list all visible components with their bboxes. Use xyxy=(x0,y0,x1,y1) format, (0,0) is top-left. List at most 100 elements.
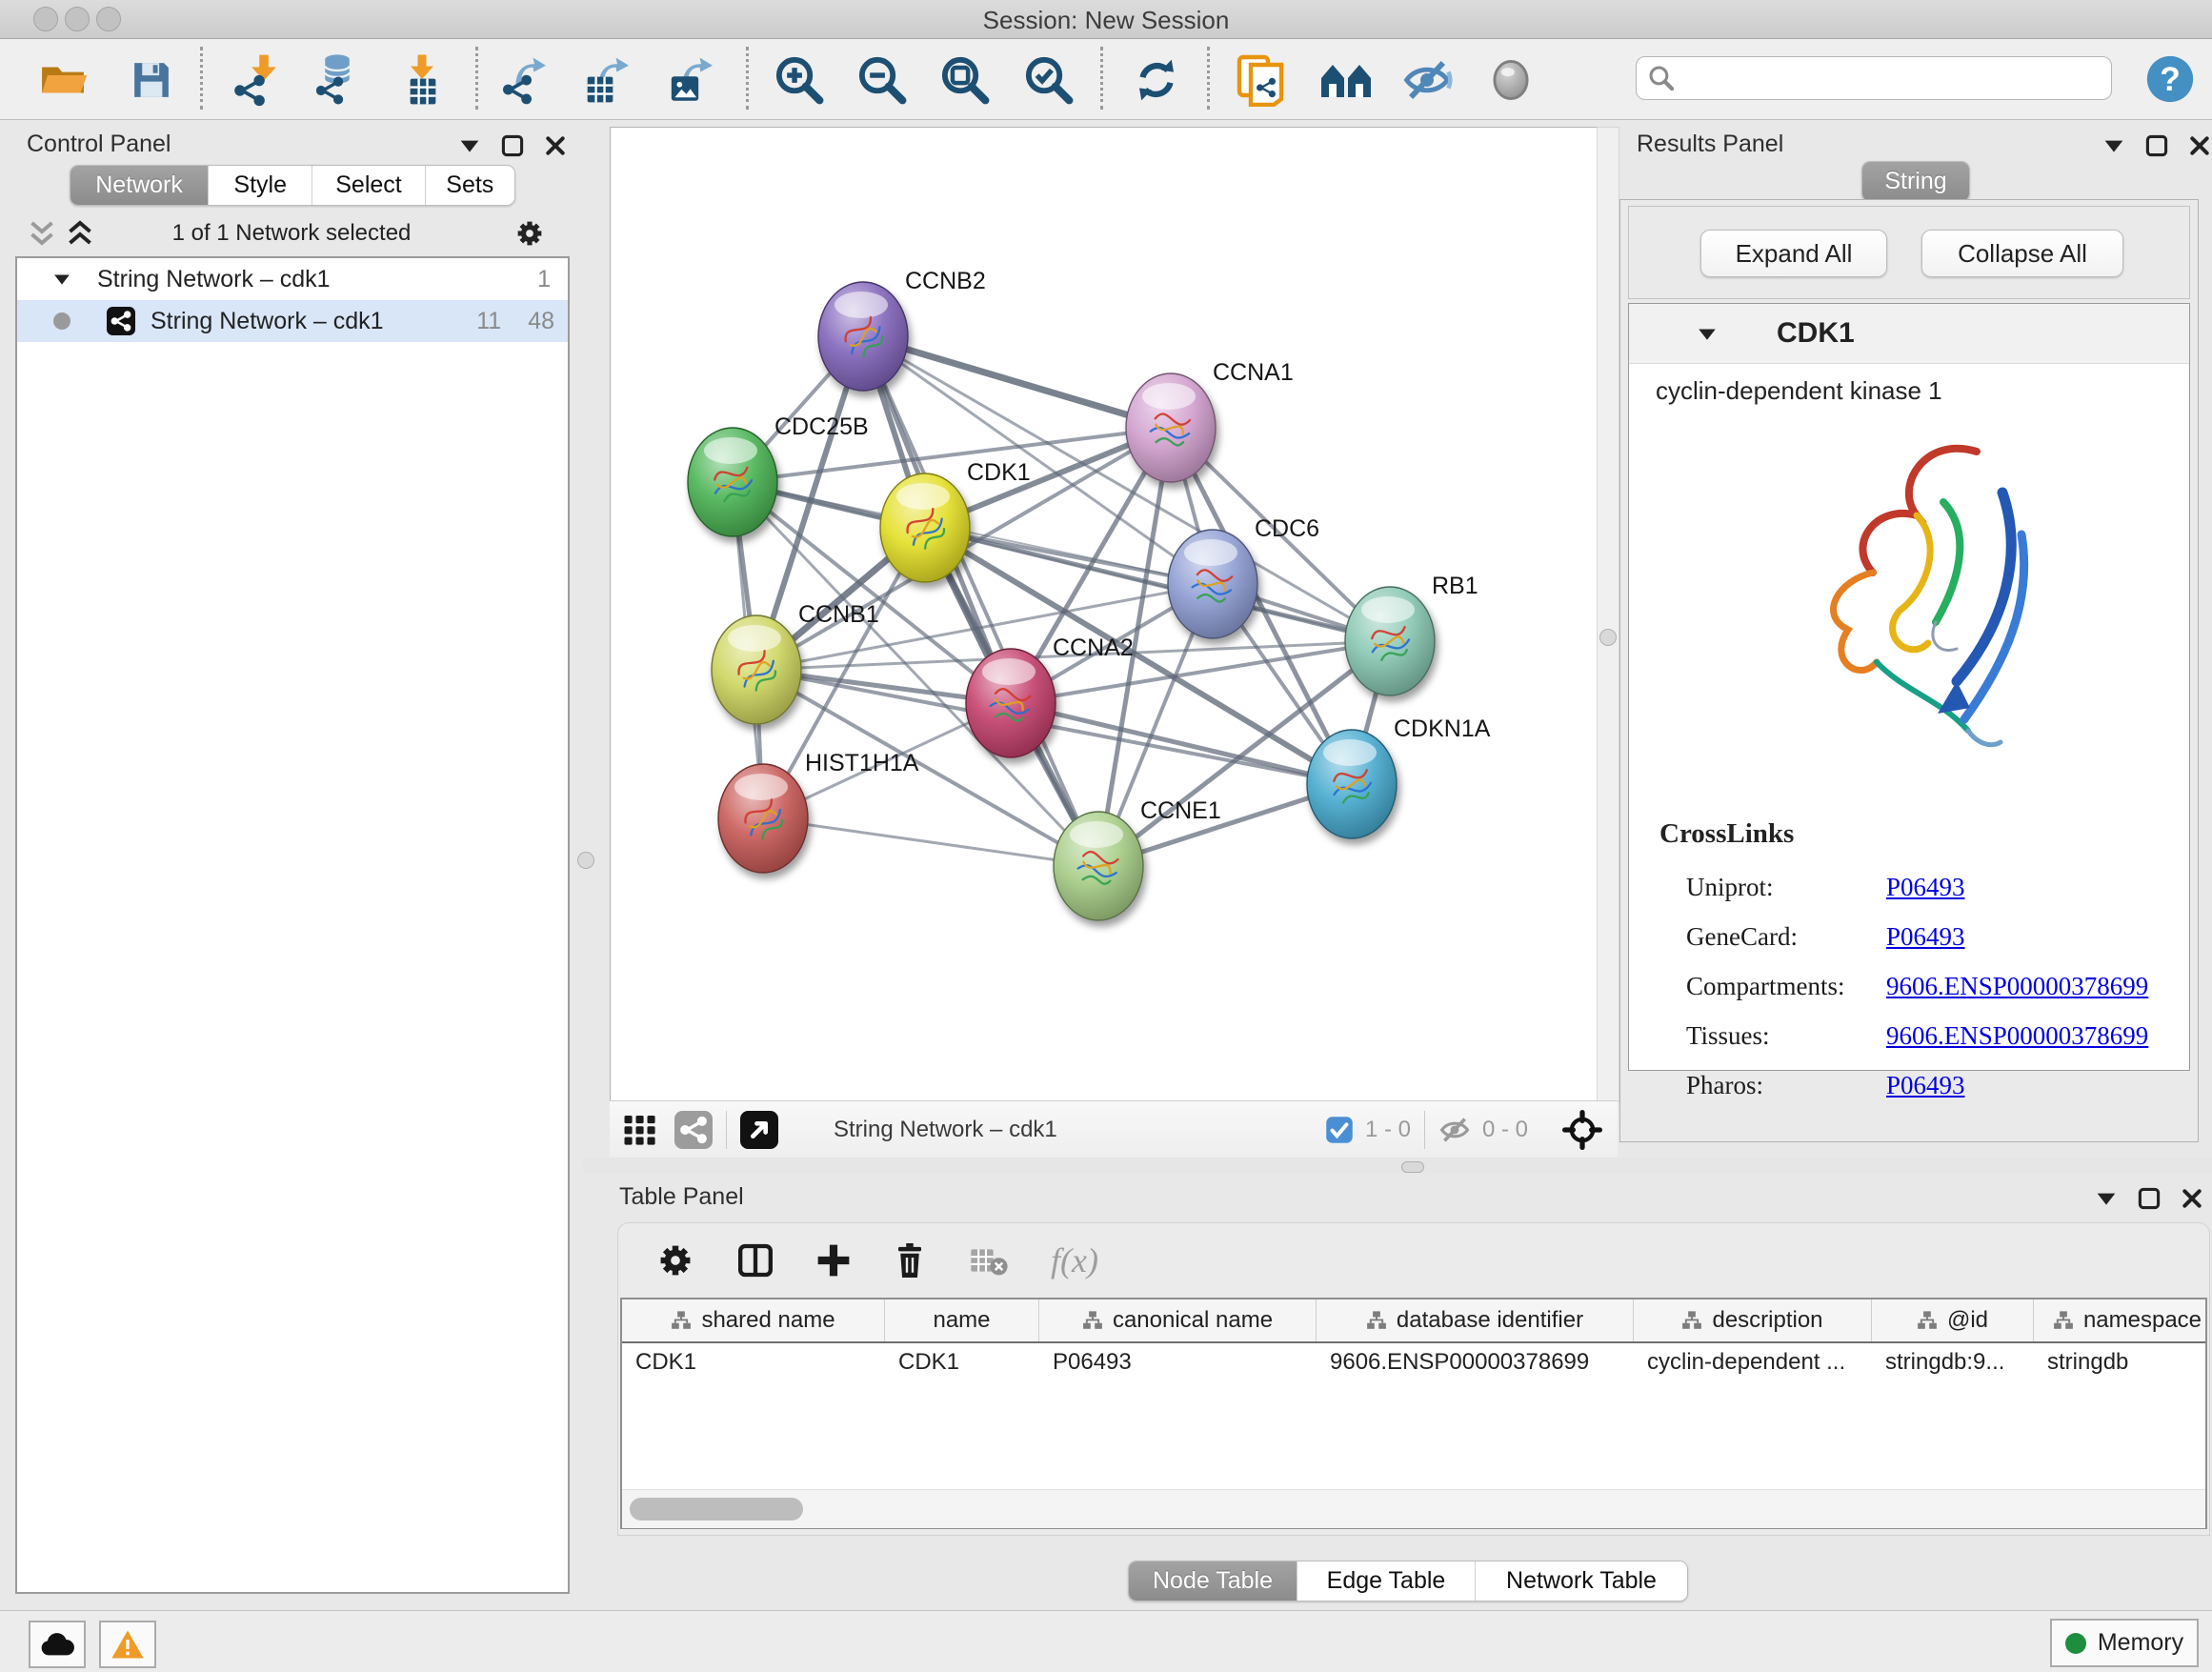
zoom-fit-button[interactable] xyxy=(937,52,993,108)
maximize-panel-icon[interactable] xyxy=(2145,134,2168,157)
expand-all-button[interactable]: Expand All xyxy=(1700,230,1887,277)
network-column-icon xyxy=(1681,1310,1702,1331)
collapse-all-button[interactable]: Collapse All xyxy=(1921,230,2123,277)
hide-selected-button[interactable] xyxy=(1399,52,1455,108)
clone-network-button[interactable] xyxy=(1233,52,1288,108)
zoom-out-button[interactable] xyxy=(855,52,910,108)
cell-namespace[interactable]: stringdb xyxy=(2034,1343,2212,1381)
first-neighbors-button[interactable] xyxy=(1318,52,1374,108)
horizontal-splitter[interactable] xyxy=(583,1158,2212,1174)
maximize-panel-icon[interactable] xyxy=(501,134,524,157)
export-network-button[interactable] xyxy=(497,52,553,108)
close-panel-icon[interactable] xyxy=(2182,1188,2202,1209)
zoom-selected-button[interactable] xyxy=(1021,52,1076,108)
edge-CCNB2-CCNA1[interactable] xyxy=(863,336,1171,428)
table-row[interactable]: CDK1 CDK1 P06493 9606.ENSP00000378699 cy… xyxy=(622,1343,2205,1381)
cell-shared-name[interactable]: CDK1 xyxy=(622,1343,885,1381)
network-node-CCNB1[interactable]: CCNB1 xyxy=(712,601,879,724)
network-collection-row[interactable]: String Network – cdk1 1 xyxy=(17,258,568,300)
left-splitter-handle[interactable] xyxy=(577,852,594,869)
network-row[interactable]: String Network – cdk1 11 48 xyxy=(17,300,568,342)
network-node-CCNB2[interactable]: CCNB2 xyxy=(818,268,986,391)
add-column-icon[interactable] xyxy=(816,1243,851,1278)
column-header-shared-name[interactable]: shared name xyxy=(622,1299,885,1341)
horizontal-splitter-handle[interactable] xyxy=(1401,1161,1424,1173)
fit-selected-crosshair-icon[interactable] xyxy=(1562,1110,1602,1150)
show-columns-icon[interactable] xyxy=(736,1241,774,1279)
network-node-RB1[interactable]: RB1 xyxy=(1345,573,1478,695)
cloud-status-button[interactable] xyxy=(29,1621,86,1668)
column-header-canonical-name[interactable]: canonical name xyxy=(1039,1299,1317,1341)
crosslink-row: Tissues: 9606.ENSP00000378699 xyxy=(1686,1011,2172,1060)
export-image-button[interactable] xyxy=(662,52,717,108)
float-panel-icon[interactable] xyxy=(459,138,480,153)
import-network-file-button[interactable] xyxy=(229,52,284,108)
network-canvas[interactable]: CCNB2CCNA1CDC25BCDK1CDC6RB1CCNB1CCNA2CDK… xyxy=(610,127,1599,1102)
show-all-button[interactable] xyxy=(1483,52,1538,108)
column-header-database-identifier[interactable]: database identifier xyxy=(1317,1299,1634,1341)
warning-status-button[interactable] xyxy=(99,1621,156,1668)
network-node-CDKN1A[interactable]: CDKN1A xyxy=(1307,715,1491,838)
table-horizontal-scrollbar[interactable] xyxy=(622,1489,2205,1528)
delete-column-icon[interactable] xyxy=(893,1241,927,1279)
crosslink-pharos[interactable]: P06493 xyxy=(1886,1071,1965,1100)
tab-node-table[interactable]: Node Table xyxy=(1129,1561,1297,1601)
crosslink-uniprot[interactable]: P06493 xyxy=(1886,873,1965,902)
network-options-gear-icon[interactable] xyxy=(514,218,545,249)
tab-style[interactable]: Style xyxy=(209,166,312,205)
column-header-description[interactable]: description xyxy=(1634,1299,1872,1341)
selected-checkbox-icon[interactable] xyxy=(1325,1116,1354,1144)
tab-network-table[interactable]: Network Table xyxy=(1476,1561,1687,1601)
grid-view-icon[interactable] xyxy=(623,1113,657,1147)
tab-select[interactable]: Select xyxy=(312,166,425,205)
birdseye-view-icon[interactable] xyxy=(740,1111,778,1149)
edge-CCNA2-CDKN1A[interactable] xyxy=(1011,703,1352,784)
hidden-eye-icon[interactable] xyxy=(1438,1114,1471,1146)
export-table-button[interactable] xyxy=(578,52,633,108)
edge-HIST1H1A-CCNE1[interactable] xyxy=(763,818,1098,866)
float-panel-icon[interactable] xyxy=(2096,1191,2117,1206)
float-panel-icon[interactable] xyxy=(2103,138,2124,153)
gene-header[interactable]: CDK1 xyxy=(1629,304,2189,364)
column-header-id[interactable]: @id xyxy=(1872,1299,2034,1341)
refresh-button[interactable] xyxy=(1129,52,1184,108)
cell-database-identifier[interactable]: 9606.ENSP00000378699 xyxy=(1317,1343,1634,1381)
column-header-namespace[interactable]: namespace xyxy=(2034,1299,2212,1341)
import-network-database-button[interactable] xyxy=(309,52,364,108)
zoom-in-button[interactable] xyxy=(772,52,827,108)
network-column-icon xyxy=(1366,1310,1387,1331)
close-panel-icon[interactable] xyxy=(545,135,566,156)
cell-canonical-name[interactable]: P06493 xyxy=(1039,1343,1317,1381)
network-node-HIST1H1A[interactable]: HIST1H1A xyxy=(718,750,919,873)
cell-name[interactable]: CDK1 xyxy=(885,1343,1039,1381)
maximize-panel-icon[interactable] xyxy=(2138,1187,2161,1210)
table-scrollbar-thumb[interactable] xyxy=(630,1498,803,1521)
table-toolbar: f(x) xyxy=(618,1223,2209,1298)
tab-edge-table[interactable]: Edge Table xyxy=(1297,1561,1476,1601)
edge-CCNB2-CCNE1[interactable] xyxy=(863,336,1098,866)
column-header-name[interactable]: name xyxy=(885,1299,1039,1341)
close-panel-icon[interactable] xyxy=(2189,135,2210,156)
search-input[interactable] xyxy=(1675,64,2111,92)
crosslink-compartments[interactable]: 9606.ENSP00000378699 xyxy=(1886,972,2148,1001)
help-button[interactable]: ? xyxy=(2145,54,2195,104)
cell-id[interactable]: stringdb:9... xyxy=(1872,1343,2034,1381)
open-session-button[interactable] xyxy=(35,52,90,108)
crosslink-genecard[interactable]: P06493 xyxy=(1886,922,1965,952)
tab-sets[interactable]: Sets xyxy=(426,166,514,205)
network-view-share-icon[interactable] xyxy=(674,1111,713,1149)
right-splitter-handle[interactable] xyxy=(1599,629,1617,646)
memory-button[interactable]: Memory xyxy=(2050,1619,2199,1667)
right-splitter[interactable] xyxy=(1597,127,1619,1102)
network-node-CCNE1[interactable]: CCNE1 xyxy=(1054,797,1221,920)
import-table-file-button[interactable] xyxy=(395,52,451,108)
save-session-button[interactable] xyxy=(124,52,179,108)
tab-string[interactable]: String xyxy=(1862,162,1969,201)
table-settings-gear-icon[interactable] xyxy=(656,1241,694,1279)
tab-network[interactable]: Network xyxy=(70,166,209,205)
network-node-CDK1[interactable]: CDK1 xyxy=(880,459,1031,582)
crosslink-tissues[interactable]: 9606.ENSP00000378699 xyxy=(1886,1021,2148,1051)
cell-description[interactable]: cyclin-dependent ... xyxy=(1634,1343,1872,1381)
delete-table-icon[interactable] xyxy=(969,1244,1009,1277)
function-builder-icon[interactable]: f(x) xyxy=(1051,1240,1098,1280)
